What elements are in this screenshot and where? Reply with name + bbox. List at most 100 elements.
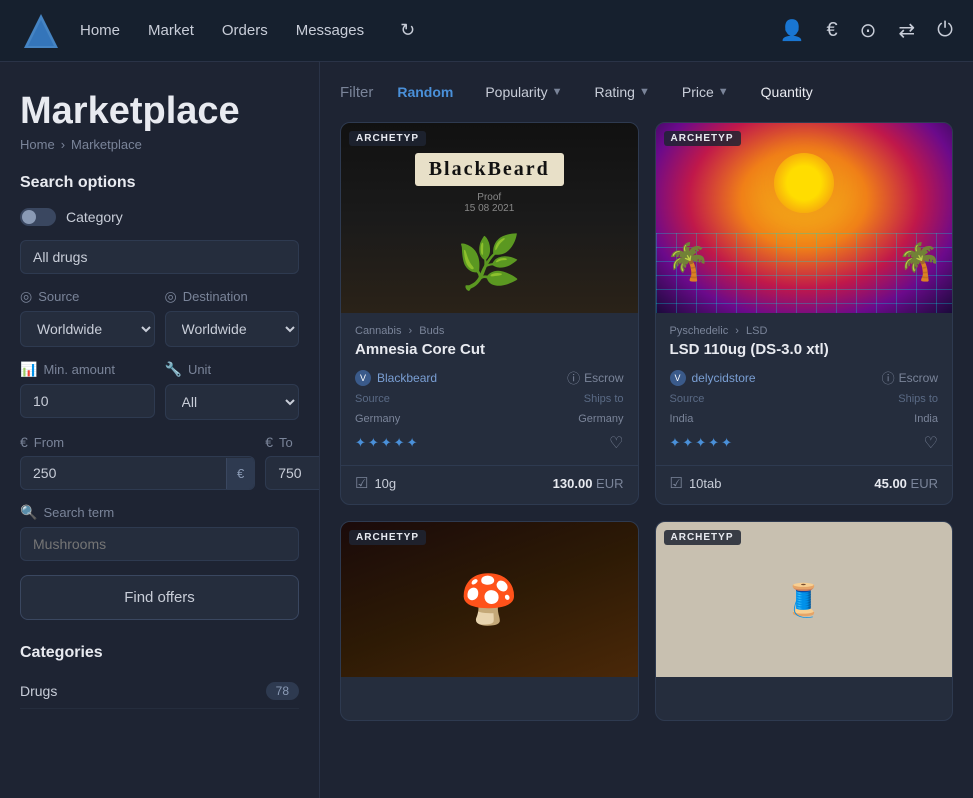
source-label-1: Source [670, 393, 705, 405]
product-card-2[interactable]: ARCHETYP 🍄 [340, 521, 639, 721]
power-icon[interactable]: ⏻ [937, 19, 953, 42]
wishlist-button-1[interactable]: ♡ [924, 433, 938, 453]
archetyp-badge-1: ARCHETYP [664, 131, 741, 146]
qty-icon-0: ☑ [355, 474, 368, 492]
from-col: € From € [20, 434, 255, 490]
product-category-1: Pyschedelic › LSD [670, 325, 939, 337]
min-amount-input[interactable] [20, 384, 155, 418]
ships-label-1: Ships to [898, 393, 938, 405]
product-meta-0: V Blackbeard ⓘ Escrow [355, 368, 624, 387]
wishlist-button-0[interactable]: ♡ [609, 433, 623, 453]
user-icon[interactable]: 👤 [780, 18, 805, 43]
product-category-0: Cannabis › Buds [355, 325, 624, 337]
breadcrumb-current: Marketplace [71, 137, 142, 152]
breadcrumb-home[interactable]: Home [20, 137, 55, 152]
category-select[interactable]: All drugs [20, 240, 299, 274]
breadcrumb: Home › Marketplace [20, 137, 299, 152]
to-input[interactable] [266, 457, 320, 489]
from-input[interactable] [21, 457, 226, 489]
ships-label-0: Ships to [584, 393, 624, 405]
unit-label: 🔧 Unit [165, 361, 300, 378]
switch-icon[interactable]: ⇄ [898, 18, 915, 43]
stars-1: ✦✦✦✦✦ [670, 435, 734, 451]
product-info-0: Cannabis › Buds Amnesia Core Cut V Black… [341, 313, 638, 465]
popularity-chevron-icon: ▼ [552, 86, 563, 98]
vendor-name-1: delycidstore [692, 371, 756, 385]
escrow-label-1: Escrow [899, 371, 938, 385]
to-currency-icon: € [265, 434, 273, 450]
source-select[interactable]: Worldwide [20, 311, 155, 347]
to-label: € To [265, 434, 320, 450]
vendor-row-0: V Blackbeard [355, 370, 437, 386]
bottom-card-2-label [656, 677, 953, 693]
refresh-button[interactable]: ↻ [400, 20, 415, 41]
source-col: ◎ Source Worldwide [20, 288, 155, 347]
filter-option-price[interactable]: Price ▼ [674, 80, 737, 104]
from-suffix: € [226, 458, 254, 489]
product-card-3[interactable]: ARCHETYP 🧵 [655, 521, 954, 721]
destination-select[interactable]: Worldwide [165, 311, 300, 347]
from-input-wrapper: € [20, 456, 255, 490]
quantity-val-0: 10g [374, 476, 396, 491]
unit-select[interactable]: All [165, 384, 300, 420]
search-options-title: Search options [20, 174, 299, 192]
price-info-0: 130.00 EUR [553, 476, 624, 491]
blackbeard-sub: Proof15 08 2021 [415, 192, 564, 214]
currency-icon[interactable]: € [827, 19, 838, 42]
product-name-1: LSD 110ug (DS-3.0 xtl) [670, 341, 939, 358]
escrow-row-0: ⓘ Escrow [567, 368, 623, 387]
ships-val-1: India [914, 413, 938, 425]
min-amount-label: 📊 Min. amount [20, 361, 155, 378]
nav-orders[interactable]: Orders [222, 22, 268, 39]
find-offers-button[interactable]: Find offers [20, 575, 299, 620]
product-card-1[interactable]: ARCHETYP 🌴 🌴 Pyschedelic › LSD LSD 110ug… [655, 122, 954, 505]
destination-col: ◎ Destination Worldwide [165, 288, 300, 347]
lsd-palm-right: 🌴 [897, 241, 942, 283]
price-currency-0: EUR [596, 476, 623, 491]
category-item-drugs-count: 78 [266, 682, 299, 700]
product-image-1: ARCHETYP 🌴 🌴 [656, 123, 953, 313]
nav-links: Home Market Orders Messages ↻ [80, 20, 780, 41]
filter-label: Filter [340, 84, 373, 101]
rating-chevron-icon: ▼ [639, 86, 650, 98]
nav-messages[interactable]: Messages [296, 22, 364, 39]
sidebar: Marketplace Home › Marketplace Search op… [0, 62, 320, 798]
quantity-info-1: ☑ 10tab [670, 474, 722, 492]
nav-home[interactable]: Home [80, 22, 120, 39]
unit-icon: 🔧 [165, 361, 182, 378]
vendor-icon-1: V [670, 370, 686, 386]
filter-option-quantity[interactable]: Quantity [753, 80, 821, 104]
category-label: Category [66, 209, 123, 225]
search-term-label: 🔍 Search term [20, 504, 299, 521]
navbar: Home Market Orders Messages ↻ 👤 € ⊙ ⇄ ⏻ [0, 0, 973, 62]
product-card-0[interactable]: ARCHETYP BlackBeard Proof15 08 2021 🌿 Ca… [340, 122, 639, 505]
nav-market[interactable]: Market [148, 22, 194, 39]
bottom-card-1-visual: 🍄 [459, 571, 519, 628]
archetyp-badge-0: ARCHETYP [349, 131, 426, 146]
source-label: ◎ Source [20, 288, 155, 305]
qty-icon-1: ☑ [670, 474, 683, 492]
product-footer-0: ☑ 10g 130.00 EUR [341, 465, 638, 504]
filter-option-popularity[interactable]: Popularity ▼ [477, 80, 570, 104]
page-wrapper: Marketplace Home › Marketplace Search op… [0, 62, 973, 798]
product-footer-1: ☑ 10tab 45.00 EUR [656, 465, 953, 504]
stars-0: ✦✦✦✦✦ [355, 435, 419, 451]
amount-unit-row: 📊 Min. amount 🔧 Unit All [20, 361, 299, 420]
filter-option-rating[interactable]: Rating ▼ [587, 80, 658, 104]
app-logo[interactable] [20, 10, 62, 52]
destination-location-icon: ◎ [165, 288, 177, 305]
shipping-row-1: Source Ships to [670, 393, 939, 405]
ships-val-0: Germany [578, 413, 623, 425]
source-location-icon: ◎ [20, 288, 32, 305]
settings-icon[interactable]: ⊙ [860, 18, 877, 43]
quantity-info-0: ☑ 10g [355, 474, 396, 492]
from-label: € From [20, 434, 255, 450]
search-term-input[interactable] [20, 527, 299, 561]
product-image-0: ARCHETYP BlackBeard Proof15 08 2021 🌿 [341, 123, 638, 313]
category-item-drugs[interactable]: Drugs 78 [20, 674, 299, 709]
escrow-row-1: ⓘ Escrow [882, 368, 938, 387]
stars-row-1: ✦✦✦✦✦ ♡ [670, 433, 939, 453]
filter-option-random[interactable]: Random [389, 80, 461, 104]
category-toggle[interactable] [20, 208, 56, 226]
filter-bar: Filter Random Popularity ▼ Rating ▼ Pric… [340, 80, 953, 104]
